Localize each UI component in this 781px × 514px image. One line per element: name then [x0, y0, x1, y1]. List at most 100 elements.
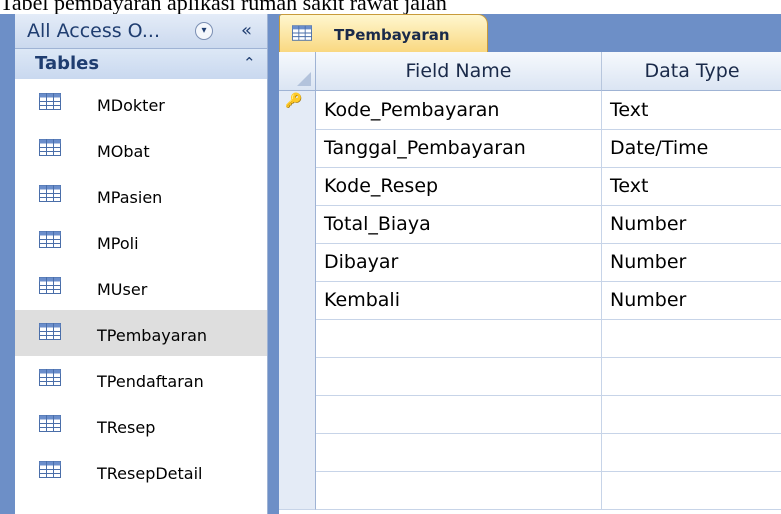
row-selector[interactable]: [279, 167, 316, 206]
row-selector[interactable]: 🔑: [279, 91, 316, 130]
nav-item-label: MPoli: [97, 234, 139, 253]
row-selector[interactable]: [279, 205, 316, 244]
empty-table-row[interactable]: [279, 395, 781, 434]
table-row[interactable]: Kode_Resep Text: [279, 167, 781, 206]
data-type-cell[interactable]: [602, 357, 781, 396]
table-icon: [39, 185, 61, 202]
data-type-cell[interactable]: [602, 395, 781, 434]
navigation-pane-header[interactable]: All Access O... ▾ «: [15, 14, 267, 49]
nav-item-mpasien[interactable]: MPasien: [15, 172, 267, 218]
nav-item-mdokter[interactable]: MDokter: [15, 80, 267, 126]
field-name-text: Dibayar: [324, 251, 399, 273]
table-icon: [39, 93, 61, 110]
empty-table-row[interactable]: [279, 319, 781, 358]
field-name-cell[interactable]: Kode_Resep: [316, 167, 602, 206]
nav-item-tpembayaran[interactable]: TPembayaran: [15, 310, 267, 356]
nav-item-label: TPendaftaran: [97, 372, 204, 391]
table-row[interactable]: Kembali Number: [279, 281, 781, 320]
row-selector[interactable]: [279, 243, 316, 282]
nav-item-tresepdetail[interactable]: TResepDetail: [15, 448, 267, 494]
column-header-field-name[interactable]: Field Name: [316, 52, 602, 91]
data-type-text: Date/Time: [610, 137, 709, 159]
row-selector[interactable]: [279, 433, 316, 472]
chevron-up-icon[interactable]: ⌃: [243, 54, 256, 72]
data-type-cell[interactable]: Text: [602, 167, 781, 206]
field-name-cell[interactable]: [316, 357, 602, 396]
table-icon: [39, 231, 61, 248]
navigation-pane-title: All Access O...: [27, 20, 160, 42]
row-selector[interactable]: [279, 395, 316, 434]
field-name-cell[interactable]: [316, 395, 602, 434]
collapse-pane-icon[interactable]: «: [241, 20, 252, 41]
nav-item-mpoli[interactable]: MPoli: [15, 218, 267, 264]
table-icon: [39, 369, 61, 386]
field-name-cell[interactable]: Tanggal_Pembayaran: [316, 129, 602, 168]
table-icon: [39, 461, 61, 478]
data-type-text: Text: [610, 99, 649, 121]
nav-item-mobat[interactable]: MObat: [15, 126, 267, 172]
navigation-pane: All Access O... ▾ « Tables ⌃ MDokter MOb…: [15, 14, 268, 514]
row-selector[interactable]: [279, 357, 316, 396]
table-design-grid: Field Name Data Type 🔑 Kode_Pembayaran T…: [279, 52, 781, 514]
tables-group-title: Tables: [35, 53, 100, 74]
table-row[interactable]: Tanggal_Pembayaran Date/Time: [279, 129, 781, 168]
data-type-cell[interactable]: Date/Time: [602, 129, 781, 168]
nav-item-label: TResep: [97, 418, 156, 437]
nav-item-label: MDokter: [97, 96, 165, 115]
data-type-text: Number: [610, 251, 687, 273]
empty-table-row[interactable]: [279, 471, 781, 510]
data-type-cell[interactable]: Text: [602, 91, 781, 130]
column-header-data-type[interactable]: Data Type: [602, 52, 781, 91]
field-name-cell[interactable]: Dibayar: [316, 243, 602, 282]
field-name-text: Total_Biaya: [324, 213, 431, 235]
table-icon: [39, 277, 61, 294]
data-type-text: Number: [610, 213, 687, 235]
column-header-label: Field Name: [405, 60, 512, 82]
table-row[interactable]: Dibayar Number: [279, 243, 781, 282]
field-name-text: Kembali: [324, 289, 400, 311]
row-selector[interactable]: [279, 129, 316, 168]
row-selector[interactable]: [279, 471, 316, 510]
nav-item-tresep[interactable]: TResep: [15, 402, 267, 448]
chevron-down-icon[interactable]: ▾: [195, 22, 213, 40]
table-icon: [292, 25, 312, 41]
table-row[interactable]: 🔑 Kode_Pembayaran Text: [279, 91, 781, 130]
empty-table-row[interactable]: [279, 433, 781, 472]
field-name-cell[interactable]: Kode_Pembayaran: [316, 91, 602, 130]
nav-item-label: TResepDetail: [97, 464, 203, 483]
empty-table-row[interactable]: [279, 357, 781, 396]
nav-item-label: MObat: [97, 142, 150, 161]
nav-item-label: MUser: [97, 280, 148, 299]
corner-triangle: [297, 72, 311, 86]
field-name-cell[interactable]: [316, 319, 602, 358]
nav-item-tpendaftaran[interactable]: TPendaftaran: [15, 356, 267, 402]
data-type-cell[interactable]: Number: [602, 281, 781, 320]
document-caption: Tabel pembayaran aplikasi rumah sakit ra…: [0, 0, 447, 15]
table-icon: [39, 415, 61, 432]
nav-item-label: TPembayaran: [97, 326, 208, 345]
tab-tpembayaran[interactable]: TPembayaran: [279, 14, 488, 53]
field-name-cell[interactable]: Kembali: [316, 281, 602, 320]
field-name-text: Tanggal_Pembayaran: [324, 137, 526, 159]
nav-item-muser[interactable]: MUser: [15, 264, 267, 310]
tab-label: TPembayaran: [334, 26, 450, 44]
data-type-cell[interactable]: Number: [602, 205, 781, 244]
row-selector[interactable]: [279, 281, 316, 320]
select-all-corner[interactable]: [279, 52, 316, 91]
table-icon: [39, 323, 61, 340]
field-name-cell[interactable]: [316, 471, 602, 510]
data-type-cell[interactable]: [602, 433, 781, 472]
data-type-cell[interactable]: [602, 471, 781, 510]
row-selector[interactable]: [279, 319, 316, 358]
tables-group-header[interactable]: Tables ⌃: [15, 49, 267, 79]
field-name-cell[interactable]: [316, 433, 602, 472]
data-type-cell[interactable]: Number: [602, 243, 781, 282]
field-name-text: Kode_Resep: [324, 175, 439, 197]
data-type-text: Number: [610, 289, 687, 311]
field-name-text: Kode_Pembayaran: [324, 99, 500, 121]
data-type-cell[interactable]: [602, 319, 781, 358]
field-name-cell[interactable]: Total_Biaya: [316, 205, 602, 244]
table-icon: [39, 139, 61, 156]
table-row[interactable]: Total_Biaya Number: [279, 205, 781, 244]
primary-key-icon: 🔑: [285, 93, 303, 109]
